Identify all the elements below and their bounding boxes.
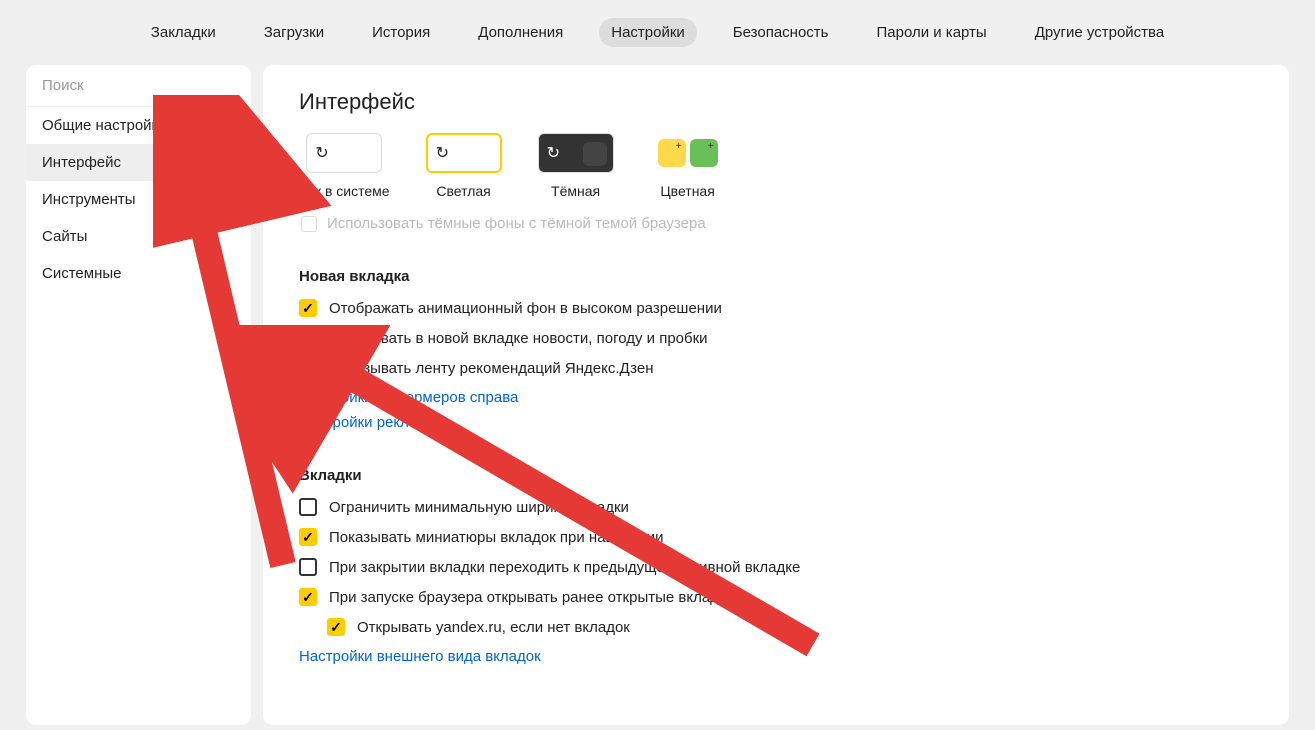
- search-input[interactable]: Поиск: [26, 65, 251, 107]
- dark-bg-checkbox: Использовать тёмные фоны с тёмной темой …: [301, 215, 1253, 232]
- theme-color[interactable]: Цветная: [650, 133, 726, 199]
- theme-selector: ↻ Как в системе ↻ Светлая ↻ Тёмная Цветн…: [299, 133, 1253, 199]
- theme-system[interactable]: ↻ Как в системе: [299, 133, 390, 199]
- opt-label: Показывать в новой вкладке новости, пого…: [329, 330, 708, 347]
- opt-news-weather[interactable]: Показывать в новой вкладке новости, пого…: [299, 329, 1253, 347]
- theme-color-label: Цветная: [660, 183, 714, 199]
- theme-dark-label: Тёмная: [551, 183, 600, 199]
- main-panel: Интерфейс ↻ Как в системе ↻ Светлая ↻ Тё…: [263, 65, 1289, 725]
- sidebar-item-tools[interactable]: Инструменты: [26, 181, 251, 218]
- sidebar-item-general[interactable]: Общие настройки: [26, 107, 251, 144]
- opt-label: Показывать миниатюры вкладок при наведен…: [329, 529, 664, 546]
- checkbox-icon[interactable]: [299, 588, 317, 606]
- sidebar-item-interface[interactable]: Интерфейс: [26, 144, 251, 181]
- reload-icon: ↻: [315, 143, 328, 163]
- link-ads[interactable]: Настройки рекламы: [299, 414, 1253, 431]
- nav-history[interactable]: История: [360, 18, 442, 47]
- checkbox-icon[interactable]: [299, 498, 317, 516]
- nav-bookmarks[interactable]: Закладки: [139, 18, 228, 47]
- page-title: Интерфейс: [299, 89, 1253, 115]
- nav-security[interactable]: Безопасность: [721, 18, 841, 47]
- link-informers[interactable]: Настройки информеров справа: [299, 389, 1253, 406]
- opt-open-yandex[interactable]: Открывать yandex.ru, если нет вкладок: [327, 618, 1253, 636]
- theme-light[interactable]: ↻ Светлая: [426, 133, 502, 199]
- sidebar-item-system[interactable]: Системные: [26, 255, 251, 292]
- checkbox-icon[interactable]: [299, 299, 317, 317]
- sidebar: Поиск Общие настройки Интерфейс Инструме…: [26, 65, 251, 725]
- top-nav: Закладки Загрузки История Дополнения Нас…: [0, 0, 1315, 65]
- opt-label: Отображать анимационный фон в высоком ра…: [329, 300, 722, 317]
- nav-addons[interactable]: Дополнения: [466, 18, 575, 47]
- opt-label: Открывать yandex.ru, если нет вкладок: [357, 619, 630, 636]
- opt-prev-active[interactable]: При закрытии вкладки переходить к предыд…: [299, 558, 1253, 576]
- section-new-tab: Новая вкладка: [299, 268, 1253, 285]
- opt-zen-feed[interactable]: Показывать ленту рекомендаций Яндекс.Дзе…: [299, 359, 1253, 377]
- opt-min-width[interactable]: Ограничить минимальную ширину вкладки: [299, 498, 1253, 516]
- theme-dark[interactable]: ↻ Тёмная: [538, 133, 614, 199]
- checkbox-icon[interactable]: [327, 618, 345, 636]
- link-tabs-appearance[interactable]: Настройки внешнего вида вкладок: [299, 648, 1253, 665]
- checkbox-icon[interactable]: [299, 528, 317, 546]
- opt-thumb[interactable]: Показывать миниатюры вкладок при наведен…: [299, 528, 1253, 546]
- checkbox-icon: [301, 216, 317, 232]
- nav-downloads[interactable]: Загрузки: [252, 18, 336, 47]
- checkbox-icon[interactable]: [299, 359, 317, 377]
- reload-icon: ↻: [547, 143, 560, 163]
- theme-system-label: Как в системе: [299, 183, 390, 199]
- nav-settings[interactable]: Настройки: [599, 18, 697, 47]
- sidebar-item-sites[interactable]: Сайты: [26, 218, 251, 255]
- nav-passwords[interactable]: Пароли и карты: [864, 18, 998, 47]
- dark-bg-label: Использовать тёмные фоны с тёмной темой …: [327, 215, 706, 232]
- nav-devices[interactable]: Другие устройства: [1023, 18, 1176, 47]
- reload-icon: ↻: [436, 143, 449, 163]
- theme-light-label: Светлая: [436, 183, 490, 199]
- opt-label: Ограничить минимальную ширину вкладки: [329, 499, 629, 516]
- opt-label: При закрытии вкладки переходить к предыд…: [329, 559, 800, 576]
- opt-label: При запуске браузера открывать ранее отк…: [329, 589, 734, 606]
- checkbox-icon[interactable]: [299, 329, 317, 347]
- section-tabs: Вкладки: [299, 467, 1253, 484]
- checkbox-icon[interactable]: [299, 558, 317, 576]
- opt-label: Показывать ленту рекомендаций Яндекс.Дзе…: [329, 360, 654, 377]
- opt-anim-bg[interactable]: Отображать анимационный фон в высоком ра…: [299, 299, 1253, 317]
- opt-restore-tabs[interactable]: При запуске браузера открывать ранее отк…: [299, 588, 1253, 606]
